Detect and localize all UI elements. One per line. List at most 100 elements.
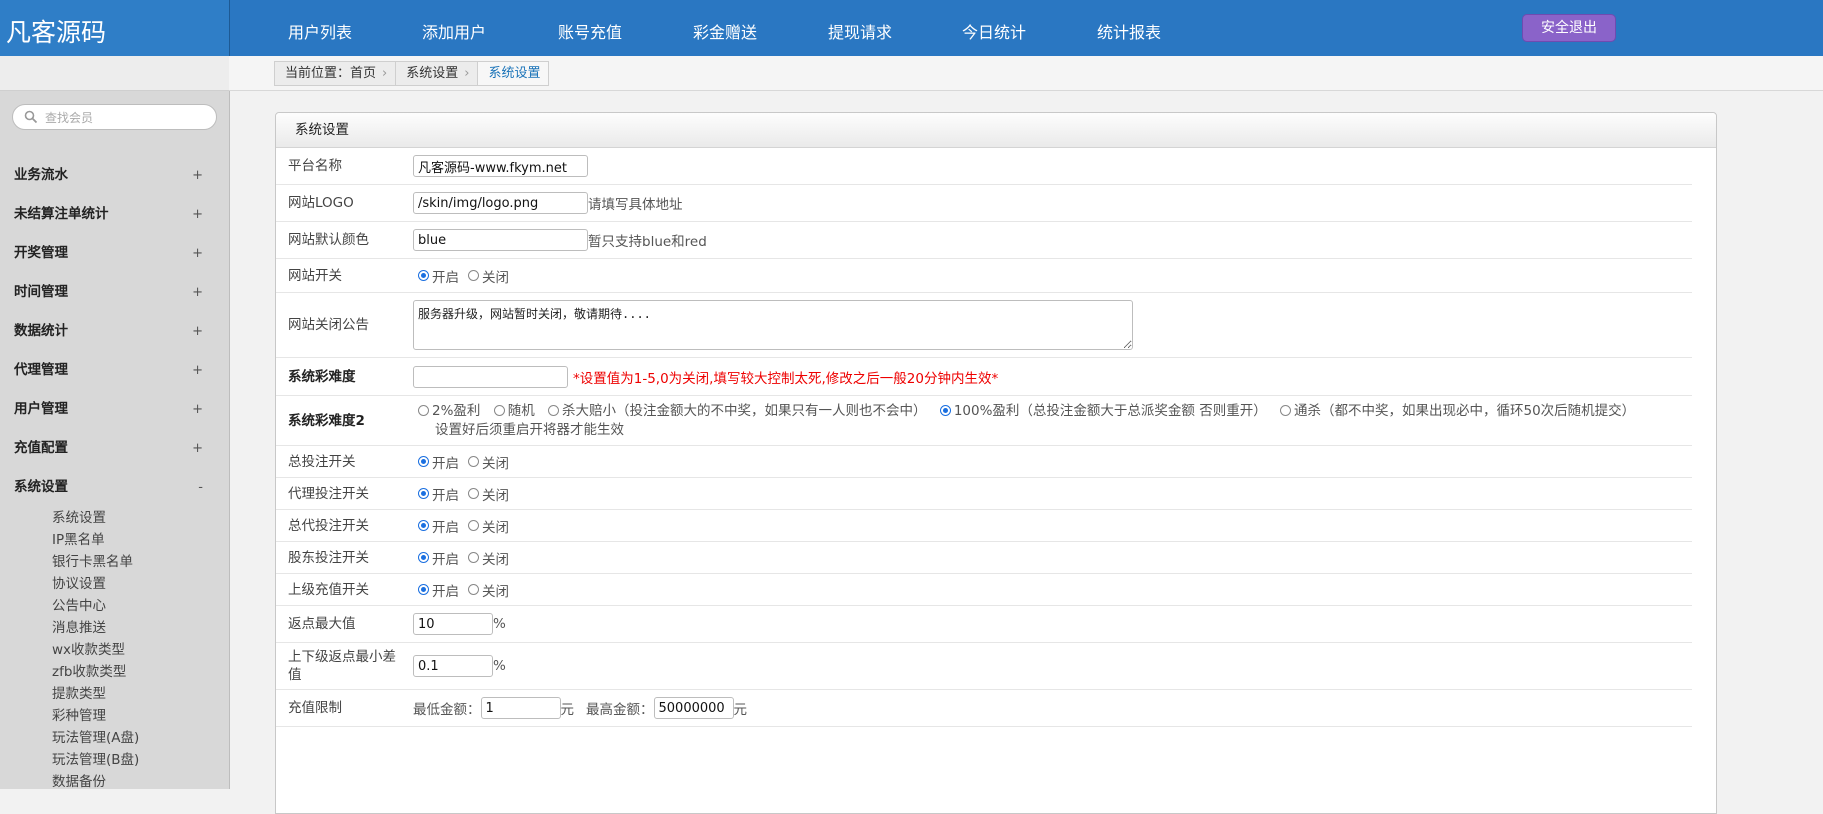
field-label: 网站LOGO bbox=[288, 195, 354, 211]
total-bet-on-radio[interactable]: 开启 bbox=[413, 452, 459, 472]
min-amount-input[interactable] bbox=[480, 697, 561, 719]
total-bet-off-radio[interactable]: 关闭 bbox=[463, 452, 509, 472]
radio-checked-icon bbox=[418, 552, 429, 563]
submenu-item-play-b[interactable]: 玩法管理(B盘) bbox=[52, 749, 229, 771]
submenu-item-system-settings[interactable]: 系统设置 bbox=[52, 507, 229, 529]
sidebar: 业务流水 + 未结算注单统计 + 开奖管理 + 时间管理 + 数据统计 + 代理管理 + 用… bbox=[0, 56, 230, 790]
menu-group-label: 用户管理 bbox=[14, 401, 68, 417]
nav-withdraw-requests[interactable]: 提现请求 bbox=[828, 19, 892, 43]
radio-unchecked-icon bbox=[468, 584, 479, 595]
expand-icon: + bbox=[192, 207, 203, 222]
expand-icon: + bbox=[192, 285, 203, 300]
field-label: 代理投注开关 bbox=[288, 485, 369, 502]
logout-button[interactable]: 安全退出 bbox=[1522, 14, 1616, 42]
radio-unchecked-icon bbox=[468, 552, 479, 563]
menu-group-data-stats[interactable]: 数据统计 + bbox=[0, 312, 229, 351]
row-site-switch: 网站开关 开启 关闭 bbox=[276, 259, 1692, 293]
radio-label: 关闭 bbox=[482, 551, 509, 568]
menu-group-label: 代理管理 bbox=[14, 362, 68, 378]
menu-group-unsettled-stats[interactable]: 未结算注单统计 + bbox=[0, 195, 229, 234]
radio-label: 开启 bbox=[432, 455, 459, 472]
general-agent-bet-off-radio[interactable]: 关闭 bbox=[463, 516, 509, 536]
expand-icon: + bbox=[192, 402, 203, 417]
row-close-notice: 网站关闭公告 服务器升级，网站暂时关闭，敬请期待.... bbox=[276, 293, 1692, 358]
menu-group-recharge-config[interactable]: 充值配置 + bbox=[0, 429, 229, 468]
menu-group-user-management[interactable]: 用户管理 + bbox=[0, 390, 229, 429]
menu-group-label: 开奖管理 bbox=[14, 245, 68, 261]
difficulty2-option-kill-all[interactable]: 通杀（都不中奖，如果出现必中，循环50次后随机提交） bbox=[1275, 402, 1635, 420]
submenu-item-play-a[interactable]: 玩法管理(A盘) bbox=[52, 727, 229, 749]
submenu-item-bankcard-blacklist[interactable]: 银行卡黑名单 bbox=[52, 551, 229, 573]
site-switch-on-radio[interactable]: 开启 bbox=[413, 266, 459, 286]
submenu-item-lottery-types[interactable]: 彩种管理 bbox=[52, 705, 229, 727]
shareholder-bet-on-radio[interactable]: 开启 bbox=[413, 548, 459, 568]
radio-label: 100%盈利（总投注金额大于总派奖金额 否则重开） bbox=[953, 402, 1267, 419]
default-color-input[interactable] bbox=[413, 229, 588, 251]
logo-area: 凡客源码 bbox=[0, 0, 230, 56]
nav-user-list[interactable]: 用户列表 bbox=[288, 19, 352, 43]
close-notice-textarea[interactable]: 服务器升级，网站暂时关闭，敬请期待.... bbox=[413, 300, 1133, 350]
radio-unchecked-icon bbox=[468, 456, 479, 467]
max-amount-input[interactable] bbox=[653, 697, 734, 719]
difficulty2-option-profit2[interactable]: 2%盈利 bbox=[413, 402, 480, 420]
top-header: 凡客源码 用户列表 添加用户 账号充值 彩金赠送 提现请求 今日统计 统计报表 … bbox=[0, 0, 1823, 56]
submenu-item-announcements[interactable]: 公告中心 bbox=[52, 595, 229, 617]
menu-group-draw-management[interactable]: 开奖管理 + bbox=[0, 234, 229, 273]
submenu-item-withdraw-types[interactable]: 提款类型 bbox=[52, 683, 229, 705]
percent-unit: % bbox=[493, 616, 506, 632]
menu-group-business-flow[interactable]: 业务流水 + bbox=[0, 156, 229, 195]
submenu-item-agreement[interactable]: 协议设置 bbox=[52, 573, 229, 595]
site-logo-input[interactable] bbox=[413, 192, 588, 214]
field-label: 平台名称 bbox=[288, 158, 342, 174]
radio-unchecked-icon bbox=[493, 405, 505, 417]
site-switch-off-radio[interactable]: 关闭 bbox=[463, 266, 509, 286]
menu-group-label: 业务流水 bbox=[14, 167, 68, 183]
radio-unchecked-icon bbox=[548, 405, 560, 417]
submenu-item-data-backup[interactable]: 数据备份 bbox=[52, 771, 229, 793]
panel-title: 系统设置 bbox=[276, 113, 1716, 148]
agent-bet-on-radio[interactable]: 开启 bbox=[413, 484, 459, 504]
general-agent-bet-on-radio[interactable]: 开启 bbox=[413, 516, 459, 536]
nav-bonus-gift[interactable]: 彩金赠送 bbox=[693, 19, 757, 43]
breadcrumb-home[interactable]: 当前位置：首页 › bbox=[275, 62, 395, 85]
row-platform-name: 平台名称 bbox=[276, 148, 1692, 185]
upper-recharge-off-radio[interactable]: 关闭 bbox=[463, 580, 509, 600]
percent-unit: % bbox=[493, 658, 506, 674]
radio-unchecked-icon bbox=[418, 405, 429, 417]
min-amount-label: 最低金额： bbox=[413, 702, 481, 718]
difficulty2-option-random[interactable]: 随机 bbox=[489, 402, 535, 420]
submenu-item-wx-payment-types[interactable]: wx收款类型 bbox=[52, 639, 229, 661]
max-amount-label: 最高金额： bbox=[586, 702, 654, 718]
menu-group-time-management[interactable]: 时间管理 + bbox=[0, 273, 229, 312]
menu-group-agent-management[interactable]: 代理管理 + bbox=[0, 351, 229, 390]
expand-icon: + bbox=[192, 363, 203, 378]
expand-icon: + bbox=[192, 168, 203, 183]
upper-recharge-on-radio[interactable]: 开启 bbox=[413, 580, 459, 600]
rebate-max-input[interactable] bbox=[413, 613, 493, 635]
member-search-input[interactable] bbox=[43, 108, 212, 128]
menu-group-system-settings[interactable]: 系统设置 - bbox=[0, 468, 229, 507]
difficulty2-option-profit100[interactable]: 100%盈利（总投注金额大于总派奖金额 否则重开） bbox=[935, 402, 1267, 420]
shareholder-bet-off-radio[interactable]: 关闭 bbox=[463, 548, 509, 568]
field-label: 充值限制 bbox=[288, 700, 342, 716]
radio-label: 开启 bbox=[432, 519, 459, 536]
breadcrumb-current: 系统设置 bbox=[477, 62, 549, 85]
nav-add-user[interactable]: 添加用户 bbox=[422, 19, 486, 43]
row-rebate-min-diff: 上下级返点最小差值 % bbox=[276, 643, 1692, 690]
agent-bet-off-radio[interactable]: 关闭 bbox=[463, 484, 509, 504]
submenu-item-ip-blacklist[interactable]: IP黑名单 bbox=[52, 529, 229, 551]
nav-account-recharge[interactable]: 账号充值 bbox=[558, 19, 622, 43]
member-search-box bbox=[12, 104, 217, 130]
rebate-min-diff-input[interactable] bbox=[413, 655, 493, 677]
difficulty2-option-kill-big[interactable]: 杀大赔小（投注金额大的不中奖，如果只有一人则也不会中） bbox=[543, 402, 927, 420]
breadcrumb-system-settings[interactable]: 系统设置 › bbox=[395, 62, 477, 85]
nav-today-stats[interactable]: 今日统计 bbox=[962, 19, 1026, 43]
row-shareholder-bet-switch: 股东投注开关 开启 关闭 bbox=[276, 542, 1692, 574]
field-label: 网站关闭公告 bbox=[288, 317, 369, 333]
platform-name-input[interactable] bbox=[413, 155, 588, 177]
nav-stats-report[interactable]: 统计报表 bbox=[1097, 19, 1161, 43]
submenu-item-zfb-payment-types[interactable]: zfb收款类型 bbox=[52, 661, 229, 683]
radio-checked-icon bbox=[418, 456, 429, 467]
difficulty-input[interactable] bbox=[413, 365, 568, 388]
submenu-item-push-messages[interactable]: 消息推送 bbox=[52, 617, 229, 639]
